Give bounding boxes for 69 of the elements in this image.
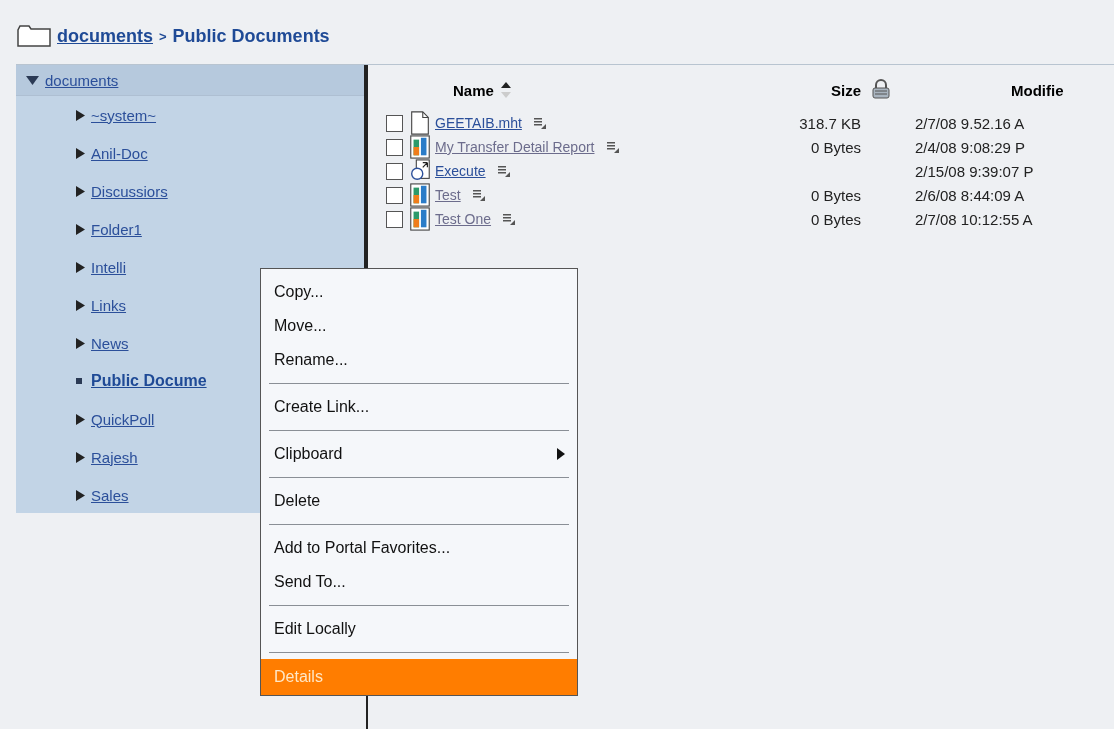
file-link[interactable]: Test One	[435, 211, 492, 227]
breadcrumb-separator: >	[159, 28, 167, 44]
shortcut-icon	[409, 159, 431, 183]
collapsed-icon	[76, 185, 85, 197]
tree-item[interactable]: News	[91, 334, 129, 352]
collapsed-icon	[76, 489, 85, 501]
checkbox[interactable]	[386, 138, 403, 156]
column-header[interactable]: Modifie	[901, 81, 1114, 99]
tree-item[interactable]: QuickPoll	[91, 410, 155, 428]
menu-icon[interactable]	[503, 213, 516, 225]
column-header[interactable]: Size	[748, 81, 861, 99]
breadcrumb-link[interactable]: documents	[57, 25, 153, 47]
tree-item[interactable]: ~system~	[91, 106, 157, 124]
menu-icon[interactable]	[606, 141, 619, 153]
tree-item[interactable]: Folder1	[91, 220, 142, 238]
tree-item[interactable]: Rajesh	[91, 448, 138, 466]
file-size: 0 Bytes	[809, 138, 861, 156]
collapsed-icon	[76, 451, 85, 463]
tree-item[interactable]: documents	[45, 71, 119, 89]
file-size: 318.7 KB	[798, 114, 861, 132]
checkbox[interactable]	[386, 210, 403, 228]
menu-item[interactable]: Copy...	[261, 275, 577, 309]
modified-date: 2/15/08 9:39:07 P	[914, 162, 1035, 180]
tree-item[interactable]: Intelli	[91, 258, 127, 276]
column-header[interactable]: Name	[453, 81, 494, 99]
tree-item[interactable]: Discussiors	[91, 182, 168, 200]
bullet-icon	[76, 378, 82, 384]
menu-item[interactable]: Create Link...	[261, 390, 577, 424]
file-link[interactable]: Test	[435, 187, 461, 203]
menu-icon[interactable]	[472, 189, 485, 201]
tree-item[interactable]: Public Docume	[91, 372, 207, 390]
menu-item[interactable]: Rename...	[261, 343, 577, 377]
menu-item[interactable]: Move...	[261, 309, 577, 343]
modified-date: 2/6/08 8:44:09 A	[914, 186, 1026, 204]
chart-document-icon	[409, 207, 431, 231]
file-link[interactable]: GEETAIB.mht	[435, 115, 522, 131]
menu-icon[interactable]	[497, 165, 510, 177]
tree-item[interactable]: Sales	[91, 486, 129, 504]
collapsed-icon	[76, 147, 85, 159]
menu-item[interactable]: Delete	[261, 484, 577, 518]
checkbox[interactable]	[386, 162, 403, 180]
collapsed-icon	[76, 337, 85, 349]
chart-document-icon	[409, 135, 431, 159]
collapsed-icon	[76, 299, 85, 311]
file-link[interactable]: Execute	[435, 163, 486, 179]
modified-date: 2/7/08 9.52.16 A	[914, 114, 1026, 132]
tree-item[interactable]: Anil-Doc	[91, 144, 148, 162]
breadcrumb-current: Public Documents	[172, 25, 330, 47]
file-size: 0 Bytes	[809, 186, 861, 204]
modified-date: 2/4/08 9:08:29 P	[914, 138, 1027, 156]
file-size: 0 Bytes	[809, 210, 861, 228]
lock-icon	[871, 78, 891, 99]
folder-icon	[17, 25, 51, 47]
menu-item[interactable]: Send To...	[261, 565, 577, 599]
collapsed-icon	[76, 223, 85, 235]
checkbox[interactable]	[386, 114, 403, 132]
menu-item[interactable]: Clipboard	[261, 437, 577, 471]
menu-item[interactable]: Add to Portal Favorites...	[261, 531, 577, 565]
menu-icon[interactable]	[533, 117, 546, 129]
chart-document-icon	[409, 183, 431, 207]
collapsed-icon	[76, 109, 85, 121]
tree-item[interactable]: Links	[91, 296, 127, 314]
menu-item[interactable]: Edit Locally	[261, 612, 577, 646]
file-link[interactable]: My Transfer Detail Report	[435, 139, 595, 155]
collapsed-icon	[76, 413, 85, 425]
modified-date: 2/7/08 10:12:55 A	[914, 210, 1034, 228]
checkbox[interactable]	[386, 186, 403, 204]
collapsed-icon	[76, 261, 85, 273]
document-icon	[409, 111, 431, 135]
